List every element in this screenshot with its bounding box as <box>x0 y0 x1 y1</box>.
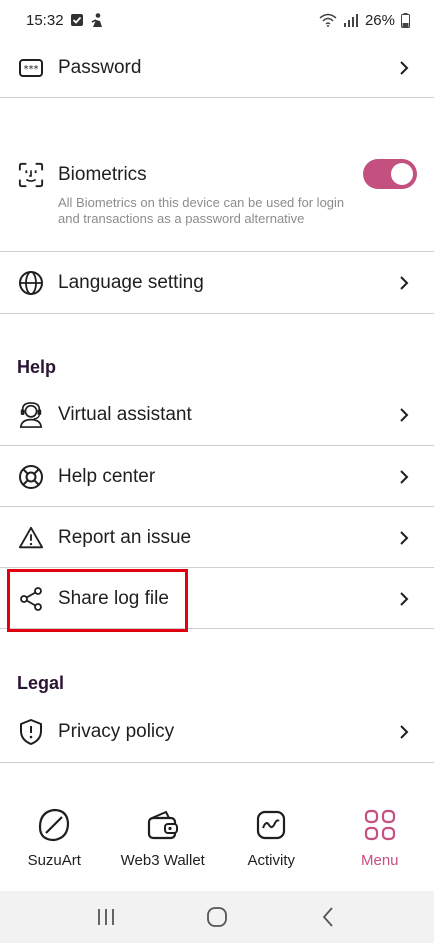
chevron-right-icon <box>394 405 414 425</box>
nav-label-activity: Activity <box>247 852 295 869</box>
divider <box>0 313 434 314</box>
password-dots-icon: *** <box>18 55 44 81</box>
nav-label-web3-wallet: Web3 Wallet <box>120 852 205 869</box>
battery-percent: 26% <box>364 11 395 29</box>
language-setting-label: Language setting <box>58 272 204 293</box>
status-left: 15:32 <box>26 12 104 29</box>
signal-icon <box>343 13 359 27</box>
nav-label-menu: Menu <box>360 852 399 869</box>
divider <box>0 251 434 252</box>
recent-apps-button[interactable] <box>86 897 126 937</box>
privacy-policy-label: Privacy policy <box>58 721 175 742</box>
biometrics-toggle[interactable] <box>363 159 417 189</box>
status-bar: 15:32 26% <box>0 0 434 40</box>
report-issue-label: Report an issue <box>58 527 192 548</box>
help-center-label: Help center <box>58 466 156 487</box>
wifi-icon <box>319 13 337 27</box>
chevron-right-icon <box>394 273 414 293</box>
headset-agent-icon <box>18 402 44 428</box>
toggle-knob <box>391 163 413 185</box>
help-section-title: Help <box>17 357 57 377</box>
shield-exclamation-icon <box>18 719 44 745</box>
battery-icon <box>401 12 410 28</box>
nav-item-menu[interactable]: Menu <box>326 795 434 891</box>
divider <box>0 97 434 98</box>
divider <box>0 506 434 507</box>
virtual-assistant-label: Virtual assistant <box>58 404 192 425</box>
legal-section-title: Legal <box>17 673 65 693</box>
lifebuoy-icon <box>18 464 44 490</box>
app-notification-icon <box>90 12 104 28</box>
suzuart-logo-icon <box>36 807 72 843</box>
nav-label-suzuart: SuzuArt <box>27 852 81 869</box>
menu-grid-icon <box>362 807 398 843</box>
svg-text:***: *** <box>24 64 39 75</box>
chevron-right-icon <box>394 528 414 548</box>
globe-icon <box>18 270 44 296</box>
nav-item-suzuart[interactable]: SuzuArt <box>0 795 109 891</box>
bottom-nav: SuzuArt Web3 Wallet Activity Menu <box>0 795 434 891</box>
virtual-assistant-row[interactable]: Virtual assistant <box>0 394 434 436</box>
chevron-right-icon <box>394 589 414 609</box>
divider <box>0 445 434 446</box>
biometrics-label: Biometrics <box>58 164 147 185</box>
language-setting-row[interactable]: Language setting <box>0 262 434 304</box>
back-button[interactable] <box>308 897 348 937</box>
biometrics-description: All Biometrics on this device can be use… <box>58 195 345 226</box>
system-nav-bar <box>0 891 434 943</box>
message-notification-icon <box>70 13 84 27</box>
chevron-right-icon <box>394 722 414 742</box>
nav-item-web3-wallet[interactable]: Web3 Wallet <box>109 795 218 891</box>
divider <box>0 567 434 568</box>
divider <box>0 762 434 763</box>
activity-chart-icon <box>253 807 289 843</box>
nav-item-activity[interactable]: Activity <box>217 795 326 891</box>
password-label: Password <box>58 56 142 78</box>
face-id-icon <box>18 162 44 188</box>
password-row[interactable]: *** Password <box>0 45 434 90</box>
warning-triangle-icon <box>18 525 44 551</box>
chevron-right-icon <box>394 467 414 487</box>
highlight-box <box>7 569 188 632</box>
help-center-row[interactable]: Help center <box>0 456 434 498</box>
status-right: 26% <box>319 12 410 29</box>
privacy-policy-row[interactable]: Privacy policy <box>0 711 434 753</box>
status-time: 15:32 <box>26 11 64 29</box>
home-button[interactable] <box>197 897 237 937</box>
wallet-icon <box>145 807 181 843</box>
report-issue-row[interactable]: Report an issue <box>0 517 434 559</box>
chevron-right-icon <box>394 58 414 78</box>
